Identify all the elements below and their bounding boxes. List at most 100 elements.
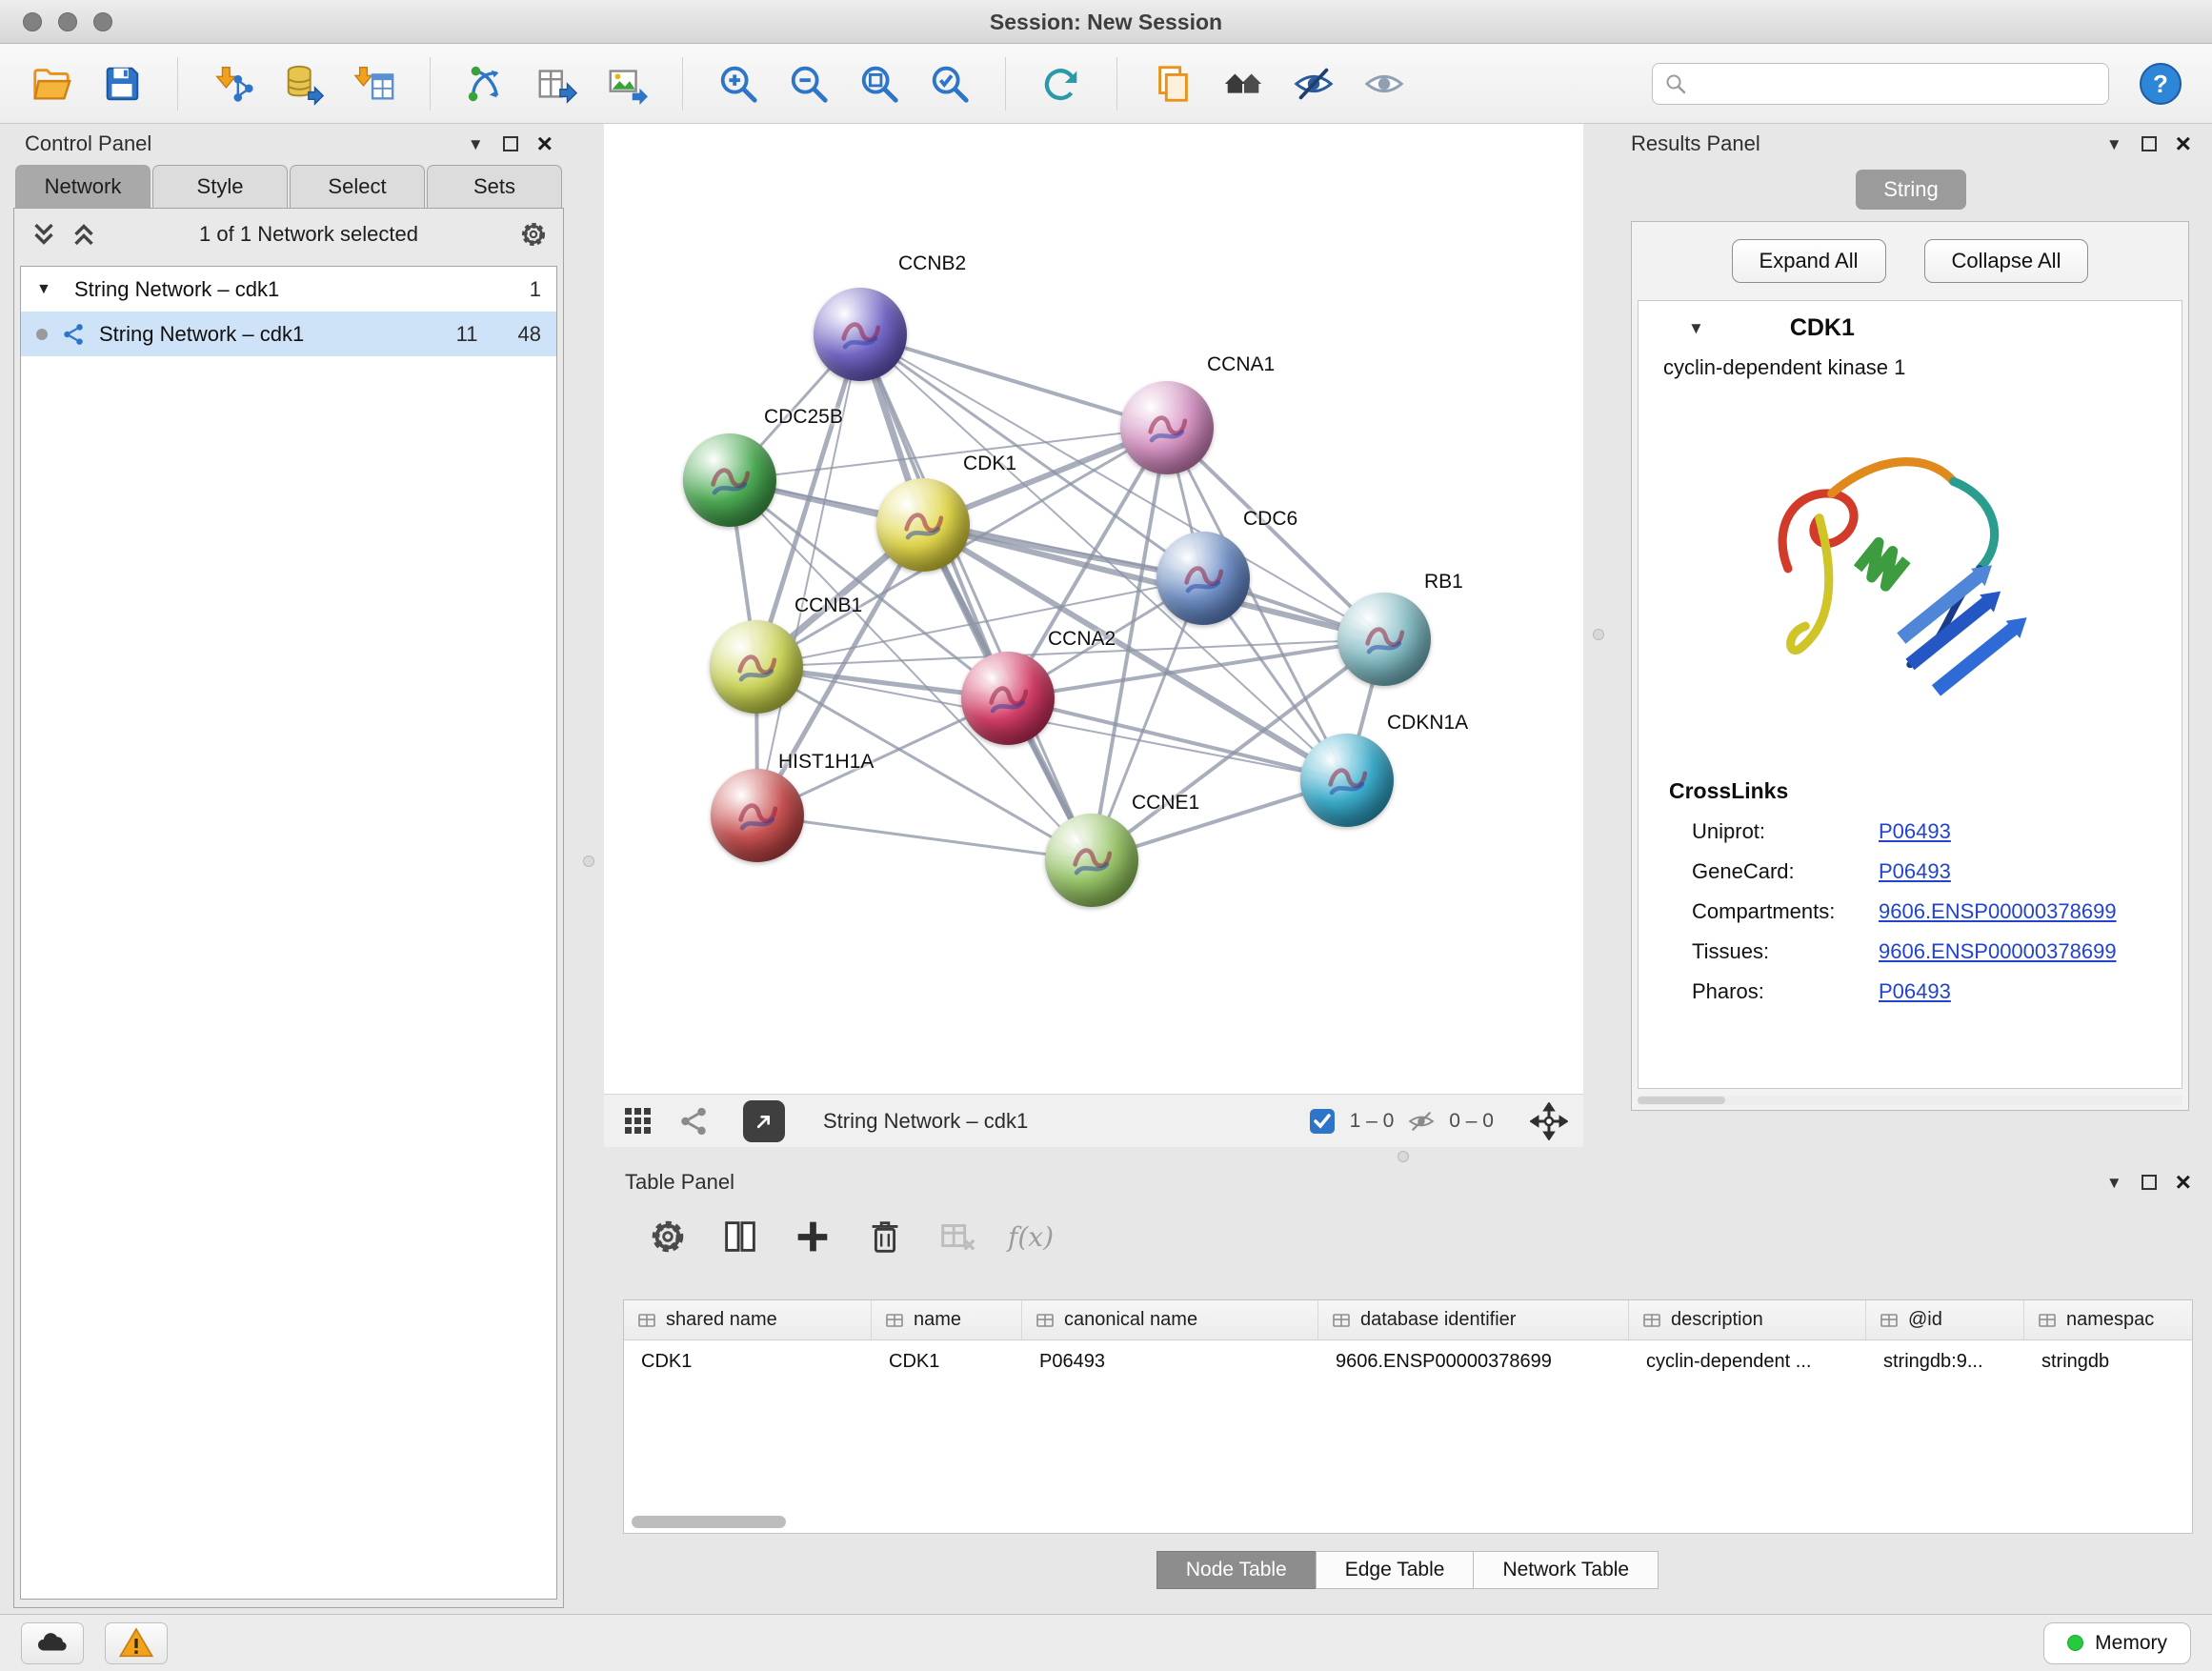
- show-graphics-details-button[interactable]: [1218, 59, 1268, 109]
- column-header-database-identifier[interactable]: database identifier: [1318, 1300, 1629, 1339]
- node-CDK1[interactable]: [876, 478, 970, 572]
- panel-window-icons: ▼ ×: [2106, 131, 2191, 157]
- float-panel-icon[interactable]: [2142, 136, 2157, 151]
- expand-all-button[interactable]: Expand All: [1732, 239, 1886, 283]
- tree-row-network[interactable]: String Network – cdk1 11 48: [21, 312, 556, 356]
- close-panel-icon[interactable]: ×: [2176, 1169, 2191, 1196]
- save-session-button[interactable]: [97, 59, 147, 109]
- tree-row-collection[interactable]: ▼ String Network – cdk1 1: [21, 267, 556, 312]
- node-CCNA2[interactable]: [961, 652, 1055, 745]
- search-input[interactable]: [1697, 72, 2097, 95]
- zoom-in-button[interactable]: [714, 59, 763, 109]
- node-CCNB1[interactable]: [710, 620, 803, 714]
- panel-menu-caret-icon[interactable]: ▼: [468, 136, 484, 152]
- crosshair-icon[interactable]: [1530, 1102, 1568, 1140]
- new-network-from-table-button[interactable]: [532, 59, 581, 109]
- selected-checkbox-icon[interactable]: [1308, 1107, 1337, 1136]
- close-window-button[interactable]: [23, 12, 42, 31]
- float-panel-icon[interactable]: [503, 136, 518, 151]
- column-header-name[interactable]: name: [872, 1300, 1022, 1339]
- zoom-out-button[interactable]: [784, 59, 834, 109]
- table-row[interactable]: CDK1CDK1P064939606.ENSP00000378699cyclin…: [624, 1340, 2192, 1382]
- show-all-button[interactable]: [1359, 59, 1409, 109]
- delete-column-icon[interactable]: [863, 1215, 907, 1258]
- crosslink-link[interactable]: 9606.ENSP00000378699: [1879, 899, 2117, 924]
- crosslink-link[interactable]: P06493: [1879, 819, 1951, 844]
- open-in-new-window-button[interactable]: [743, 1100, 785, 1142]
- network-source-button[interactable]: [674, 1102, 713, 1140]
- collapse-all-button[interactable]: Collapse All: [1924, 239, 2089, 283]
- columns-icon[interactable]: [718, 1215, 762, 1258]
- tab-string[interactable]: String: [1856, 170, 1966, 210]
- node-CDKN1A[interactable]: [1300, 734, 1394, 827]
- edge-HIST1H1A-CCNE1[interactable]: [757, 815, 1092, 860]
- tab-sets[interactable]: Sets: [427, 165, 562, 208]
- node-CCNB2[interactable]: [814, 288, 907, 381]
- close-panel-icon[interactable]: ×: [2176, 131, 2191, 157]
- column-header-namespac[interactable]: namespac: [2024, 1300, 2192, 1339]
- node-CCNA1[interactable]: [1120, 381, 1214, 474]
- tab-network-table[interactable]: Network Table: [1473, 1551, 1659, 1589]
- add-column-icon[interactable]: [791, 1215, 835, 1258]
- tab-network[interactable]: Network: [15, 165, 151, 208]
- column-header-shared-name[interactable]: shared name: [624, 1300, 872, 1339]
- expand-all-icon[interactable]: [68, 218, 100, 251]
- column-header--id[interactable]: @id: [1866, 1300, 2024, 1339]
- node-CCNE1[interactable]: [1045, 814, 1138, 907]
- right-splitter-handle[interactable]: [1593, 629, 1604, 640]
- selected-counter: 1 – 0: [1350, 1110, 1395, 1133]
- protein-card-header[interactable]: ▼ CDK1: [1639, 301, 2182, 350]
- zoom-fit-button[interactable]: [855, 59, 904, 109]
- help-button[interactable]: ?: [2136, 59, 2185, 109]
- left-splitter-handle[interactable]: [583, 856, 594, 867]
- crosslink-link[interactable]: P06493: [1879, 979, 1951, 1004]
- tab-select[interactable]: Select: [290, 165, 425, 208]
- panel-menu-caret-icon[interactable]: ▼: [2106, 1175, 2122, 1191]
- bottom-splitter-handle[interactable]: [1398, 1151, 1409, 1162]
- crosslink-link[interactable]: P06493: [1879, 859, 1951, 884]
- import-network-file-button[interactable]: [209, 59, 258, 109]
- zoom-window-button[interactable]: [93, 12, 112, 31]
- tab-style[interactable]: Style: [152, 165, 288, 208]
- gear-icon[interactable]: [517, 218, 550, 251]
- minimize-window-button[interactable]: [58, 12, 77, 31]
- zoom-selected-button[interactable]: [925, 59, 975, 109]
- hide-selected-button[interactable]: [1289, 59, 1338, 109]
- cloud-status-button[interactable]: [21, 1622, 84, 1664]
- results-scrollbar-thumb[interactable]: [1638, 1097, 1725, 1104]
- collapse-section-icon[interactable]: ▼: [1688, 320, 1704, 336]
- crosslink-link[interactable]: 9606.ENSP00000378699: [1879, 939, 2117, 964]
- new-network-button[interactable]: [461, 59, 511, 109]
- node-RB1[interactable]: [1337, 593, 1431, 686]
- hidden-eye-slash-icon[interactable]: [1407, 1107, 1436, 1136]
- memory-button[interactable]: Memory: [2043, 1622, 2191, 1664]
- column-header-description[interactable]: description: [1629, 1300, 1866, 1339]
- panel-menu-caret-icon[interactable]: ▼: [2106, 136, 2122, 152]
- table-horizontal-scrollbar[interactable]: [632, 1516, 2184, 1528]
- network-canvas[interactable]: CCNB2CCNA1CDC25BCDK1CDC6RB1CCNB1CCNA2CDK…: [604, 124, 1583, 1094]
- open-session-button[interactable]: [27, 59, 76, 109]
- caret-down-icon[interactable]: ▼: [36, 281, 61, 298]
- tab-node-table[interactable]: Node Table: [1156, 1551, 1317, 1589]
- copy-button[interactable]: [1148, 59, 1197, 109]
- apply-layout-button[interactable]: [1036, 59, 1086, 109]
- import-table-button[interactable]: [350, 59, 399, 109]
- collapse-all-icon[interactable]: [28, 218, 60, 251]
- tab-edge-table[interactable]: Edge Table: [1316, 1551, 1475, 1589]
- export-image-button[interactable]: [602, 59, 652, 109]
- gear-icon[interactable]: [646, 1215, 690, 1258]
- results-scrollbar[interactable]: [1638, 1096, 2182, 1105]
- import-network-database-button[interactable]: [279, 59, 329, 109]
- close-panel-icon[interactable]: ×: [537, 131, 553, 157]
- node-CDC25B[interactable]: [683, 433, 776, 527]
- float-panel-icon[interactable]: [2142, 1175, 2157, 1190]
- edge-CCNB2-CCNE1[interactable]: [860, 334, 1092, 860]
- table-scrollbar-thumb[interactable]: [632, 1516, 786, 1528]
- search-field[interactable]: [1652, 63, 2109, 105]
- birdseye-view-button[interactable]: [619, 1102, 657, 1140]
- edge-CCNB2-CCNA1[interactable]: [860, 334, 1167, 428]
- column-header-canonical-name[interactable]: canonical name: [1022, 1300, 1318, 1339]
- node-HIST1H1A[interactable]: [711, 769, 804, 862]
- warnings-button[interactable]: [105, 1622, 168, 1664]
- node-CDC6[interactable]: [1156, 532, 1250, 625]
